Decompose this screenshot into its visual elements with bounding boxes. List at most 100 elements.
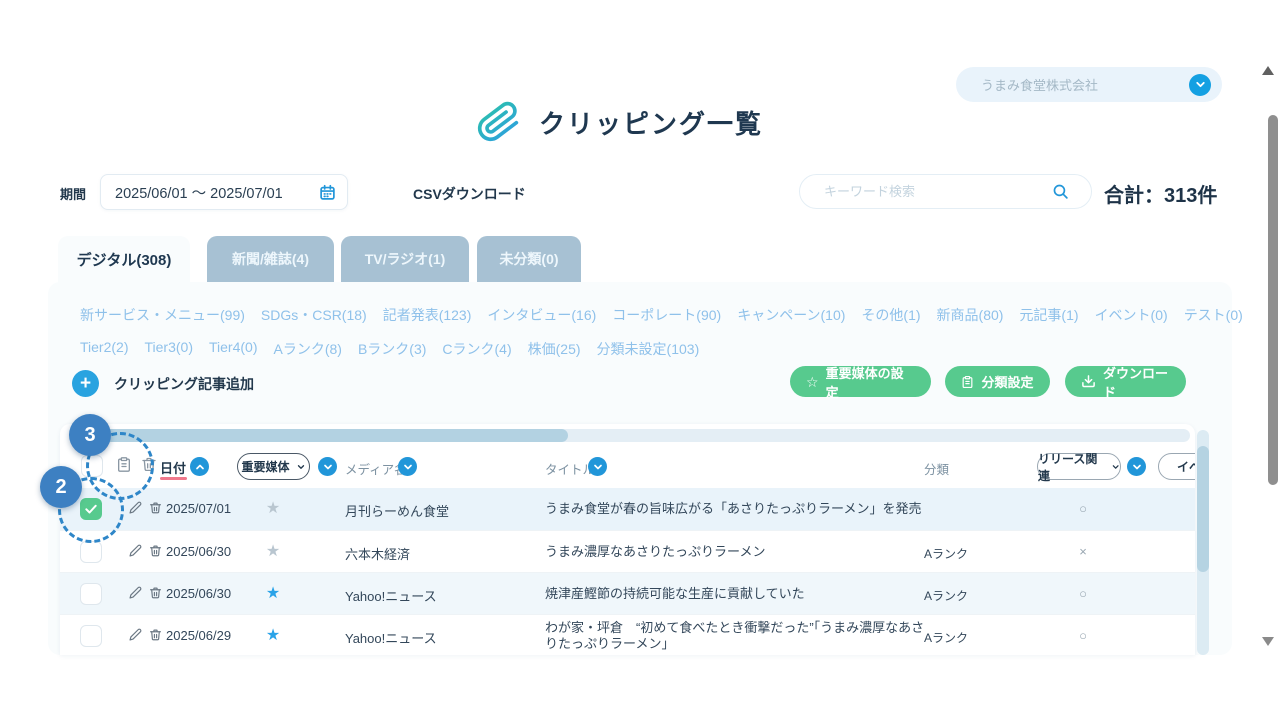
keyword-search-box[interactable] (799, 174, 1092, 209)
edit-pencil-icon[interactable] (129, 544, 142, 557)
calendar-icon[interactable] (319, 184, 336, 201)
horizontal-scrollbar[interactable] (85, 429, 1190, 442)
edit-pencil-icon[interactable] (129, 586, 142, 599)
cell-title: わが家・坪倉 “初めて食べたとき衝撃だった”「うまみ濃厚なあさりたっぷりラーメン… (545, 620, 930, 652)
star-icon[interactable]: ★ (263, 626, 283, 645)
cell-date: 2025/06/30 (166, 544, 231, 559)
annotation-step-3-badge: 3 (69, 414, 111, 456)
chevron-down-icon[interactable] (318, 457, 337, 476)
important-media-filter-dropdown[interactable]: 重要媒体 (237, 453, 310, 480)
filter-link[interactable]: 株価(25) (528, 339, 581, 359)
important-media-settings-button[interactable]: ☆ 重要媒体の設定 (790, 366, 931, 397)
company-selector[interactable]: うまみ食堂株式会社 (956, 67, 1222, 102)
search-icon[interactable] (1052, 183, 1069, 200)
edit-pencil-icon[interactable] (129, 501, 142, 514)
filter-link[interactable]: Aランク(8) (274, 339, 342, 359)
cell-date: 2025/07/01 (166, 501, 231, 516)
filter-link[interactable]: Tier2(2) (80, 339, 129, 359)
csv-download-link[interactable]: CSVダウンロード (413, 184, 526, 204)
row-checkbox[interactable] (80, 583, 102, 605)
filter-link[interactable]: テスト(0) (1184, 305, 1243, 325)
cell-category: Aランク (924, 545, 968, 562)
category-settings-button[interactable]: 分類設定 (945, 366, 1050, 397)
table-vertical-scrollbar-thumb[interactable] (1197, 446, 1209, 572)
row-checkbox[interactable] (80, 625, 102, 647)
row-checkbox[interactable] (80, 541, 102, 563)
cell-release-mark: ○ (1073, 501, 1093, 516)
event-filter-dropdown[interactable]: イベン (1158, 453, 1195, 480)
column-header-date[interactable]: 日付 (160, 458, 186, 477)
table-vertical-scrollbar[interactable] (1197, 430, 1209, 655)
filter-link[interactable]: インタビュー(16) (487, 305, 596, 325)
filter-link[interactable]: その他(1) (861, 305, 920, 325)
cell-category: Aランク (924, 587, 968, 604)
cell-title: うまみ濃厚なあさりたっぷりラーメン (545, 544, 930, 560)
delete-trash-icon[interactable] (149, 586, 162, 600)
search-input[interactable] (824, 184, 1024, 199)
scrollbar-down-arrow[interactable] (1262, 637, 1274, 646)
plus-icon: + (72, 370, 99, 397)
horizontal-scrollbar-thumb[interactable] (85, 429, 568, 442)
release-filter-dropdown[interactable]: リリース関連 (1037, 453, 1121, 480)
table-row[interactable]: 2025/06/29 ★ Yahoo!ニュース わが家・坪倉 “初めて食べたとき… (60, 614, 1195, 655)
delete-trash-icon[interactable] (149, 544, 162, 558)
company-name: うまみ食堂株式会社 (981, 75, 1098, 94)
cell-media-name: 六本木経済 (345, 544, 410, 563)
filter-link[interactable]: 分類未設定(103) (597, 339, 700, 359)
filter-link[interactable]: Cランク(4) (442, 339, 511, 359)
star-icon[interactable]: ★ (263, 499, 283, 518)
filter-link[interactable]: SDGs・CSR(18) (261, 305, 367, 325)
download-button[interactable]: ダウンロード (1065, 366, 1186, 397)
cell-media-name: Yahoo!ニュース (345, 586, 437, 605)
category-filter-row-2: Tier2(2) Tier3(0) Tier4(0) Aランク(8) Bランク(… (80, 339, 699, 359)
scrollbar-thumb[interactable] (1268, 115, 1278, 485)
chevron-down-icon[interactable] (398, 457, 417, 476)
table-row[interactable]: 2025/06/30 ★ Yahoo!ニュース 焼津産鰹節の持続可能な生産に貢献… (60, 572, 1195, 614)
filter-link[interactable]: 記者発表(123) (383, 305, 472, 325)
chevron-down-icon[interactable] (1189, 74, 1211, 96)
scrollbar-up-arrow[interactable] (1262, 66, 1274, 75)
period-value: 2025/06/01 ～ 2025/07/01 (115, 182, 283, 203)
dropdown-label: 重要媒体 (241, 458, 289, 475)
cell-date: 2025/06/30 (166, 586, 231, 601)
filter-link[interactable]: Bランク(3) (358, 339, 426, 359)
add-clipping-label: クリッピング記事追加 (114, 374, 254, 394)
add-clipping-button[interactable]: + クリッピング記事追加 (72, 370, 254, 397)
period-date-range-input[interactable]: 2025/06/01 ～ 2025/07/01 (100, 174, 348, 210)
filter-link[interactable]: 新商品(80) (937, 305, 1004, 325)
star-icon[interactable]: ★ (263, 584, 283, 603)
period-label: 期間 (60, 184, 86, 203)
chevron-down-icon[interactable] (588, 457, 607, 476)
edit-pencil-icon[interactable] (129, 628, 142, 641)
category-filter-row-1: 新サービス・メニュー(99) SDGs・CSR(18) 記者発表(123) イン… (80, 305, 1243, 325)
filter-link[interactable]: Tier4(0) (209, 339, 258, 359)
tab-uncategorized[interactable]: 未分類(0) (477, 236, 581, 282)
cell-media-name: Yahoo!ニュース (345, 628, 437, 647)
paperclip-icon (477, 99, 521, 145)
cell-date: 2025/06/29 (166, 628, 231, 643)
clipping-table: 日付 重要媒体 メディア名 タイトル 分類 リリース関連 イベン (60, 424, 1195, 655)
tab-tv-radio[interactable]: TV/ラジオ(1) (341, 236, 469, 282)
table-row[interactable]: 2025/07/01 ★ 月刊らーめん食堂 うまみ食堂が春の旨味広がる「あさりた… (60, 488, 1195, 530)
star-icon[interactable]: ★ (263, 542, 283, 561)
table-row[interactable]: 2025/06/30 ★ 六本木経済 うまみ濃厚なあさりたっぷりラーメン Aラン… (60, 530, 1195, 572)
filter-link[interactable]: 元記事(1) (1019, 305, 1078, 325)
star-outline-icon: ☆ (806, 375, 819, 389)
delete-trash-icon[interactable] (149, 628, 162, 642)
filter-link[interactable]: キャンペーン(10) (737, 305, 845, 325)
delete-trash-icon[interactable] (149, 501, 162, 515)
table-body: 2025/07/01 ★ 月刊らーめん食堂 うまみ食堂が春の旨味広がる「あさりた… (60, 488, 1195, 655)
tab-newspaper-magazine[interactable]: 新聞/雑誌(4) (207, 236, 334, 282)
tab-digital[interactable]: デジタル(308) (58, 236, 190, 282)
cell-release-mark: ○ (1073, 628, 1093, 643)
cell-category: Aランク (924, 629, 968, 646)
filter-link[interactable]: コーポレート(90) (612, 305, 721, 325)
filter-link[interactable]: 新サービス・メニュー(99) (80, 305, 245, 325)
chevron-down-icon[interactable] (1127, 457, 1146, 476)
filter-link[interactable]: イベント(0) (1095, 305, 1168, 325)
filter-link[interactable]: Tier3(0) (145, 339, 194, 359)
annotation-step-2-badge: 2 (40, 466, 82, 508)
dropdown-label: リリース関連 (1038, 450, 1105, 484)
cell-media-name: 月刊らーめん食堂 (345, 501, 449, 520)
sort-up-icon[interactable] (190, 457, 209, 476)
